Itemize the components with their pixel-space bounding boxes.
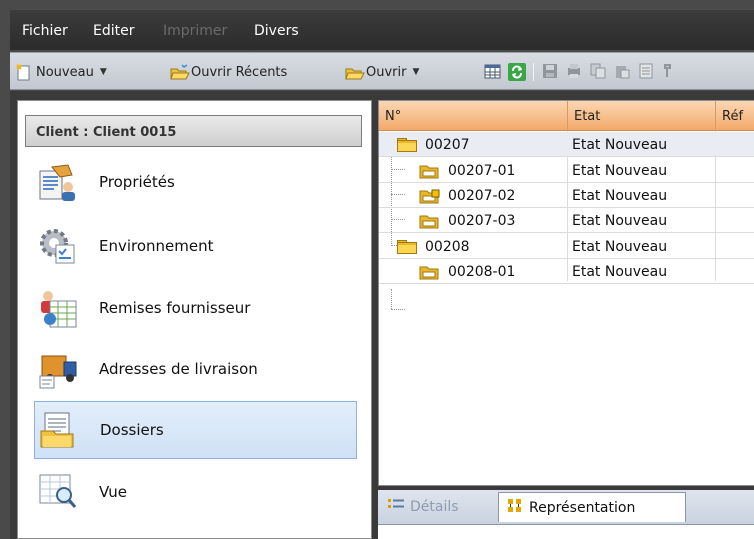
open-button-label: Ouvrir bbox=[366, 64, 407, 80]
column-header-no[interactable]: N° bbox=[379, 101, 568, 131]
tab-content-area bbox=[378, 524, 754, 539]
menu-imprimer: Imprimer bbox=[163, 23, 228, 39]
subfolder-icon bbox=[419, 213, 441, 229]
nav-item-vue[interactable]: Vue bbox=[34, 464, 357, 522]
nav-item-adresses-livraison[interactable]: Adresses de livraison bbox=[34, 341, 357, 399]
menu-fichier[interactable]: Fichier bbox=[22, 23, 68, 39]
subfolder-icon bbox=[419, 163, 441, 179]
table-row[interactable]: 00207-03 Etat Nouveau bbox=[379, 208, 754, 233]
open-recent-button-label: Ouvrir Récents bbox=[191, 64, 288, 80]
nav-label: Vue bbox=[99, 483, 127, 501]
print-icon bbox=[566, 63, 582, 79]
row-number-cell: 00207-01 bbox=[419, 158, 515, 183]
tree-line bbox=[391, 309, 405, 310]
row-etat: Etat Nouveau bbox=[572, 238, 668, 255]
nav-label: Propriétés bbox=[99, 173, 175, 191]
nav-item-dossiers[interactable]: Dossiers bbox=[34, 401, 357, 459]
paste-icon bbox=[614, 63, 630, 79]
refresh-icon[interactable] bbox=[508, 63, 526, 81]
new-button[interactable]: Nouveau ▼ bbox=[15, 62, 107, 82]
new-button-label: Nouveau bbox=[36, 64, 94, 80]
nav-label: Remises fournisseur bbox=[99, 299, 251, 317]
properties-icon bbox=[38, 163, 80, 203]
tree-line bbox=[391, 289, 392, 309]
grid-header: N° Etat Réf bbox=[379, 101, 754, 131]
row-number-cell: 00207-02 bbox=[419, 183, 515, 208]
subfolder-locked-icon bbox=[419, 188, 441, 204]
representation-icon bbox=[507, 498, 523, 518]
row-etat: Etat Nouveau bbox=[572, 212, 668, 229]
toolbar-separator bbox=[533, 63, 534, 81]
table-icon[interactable] bbox=[484, 63, 501, 79]
open-recent-folder-icon bbox=[170, 63, 190, 81]
list-icon bbox=[638, 63, 654, 79]
row-etat: Etat Nouveau bbox=[572, 263, 668, 280]
new-document-icon bbox=[15, 63, 32, 81]
menu-bar: Fichier Editer Imprimer Divers bbox=[10, 10, 754, 50]
client-header: Client : Client 0015 bbox=[25, 115, 362, 147]
open-button[interactable]: Ouvrir ▼ bbox=[345, 62, 419, 82]
table-row[interactable]: 00207 Etat Nouveau bbox=[379, 132, 754, 157]
row-number: 00207-03 bbox=[448, 212, 516, 229]
menu-editer[interactable]: Editer bbox=[93, 23, 134, 39]
bottom-tab-strip: Détails Représentation bbox=[378, 490, 754, 524]
tab-label: Détails bbox=[410, 499, 459, 515]
tools-icon bbox=[662, 63, 678, 79]
view-magnifier-icon bbox=[38, 473, 80, 513]
table-row[interactable]: 00207-02 Etat Nouveau bbox=[379, 183, 754, 208]
environment-gear-icon bbox=[38, 227, 80, 267]
row-number: 00207-02 bbox=[448, 187, 516, 204]
row-number-cell: 00208-01 bbox=[419, 259, 515, 284]
nav-label: Adresses de livraison bbox=[99, 360, 258, 378]
nav-item-environnement[interactable]: Environnement bbox=[34, 218, 357, 276]
delivery-truck-icon bbox=[38, 350, 80, 390]
row-number: 00207 bbox=[425, 136, 470, 153]
folders-icon bbox=[39, 411, 81, 451]
column-header-etat[interactable]: Etat bbox=[568, 101, 716, 131]
nav-item-proprietes[interactable]: Propriétés bbox=[34, 154, 357, 212]
client-navigation-panel: Client : Client 0015 Propriétés Environn… bbox=[17, 100, 372, 539]
nav-label: Environnement bbox=[99, 237, 214, 255]
tab-representation[interactable]: Représentation bbox=[498, 492, 686, 522]
tab-details[interactable]: Détails bbox=[380, 492, 498, 522]
table-row[interactable]: 00207-01 Etat Nouveau bbox=[379, 158, 754, 183]
toolbar: Nouveau ▼ Ouvrir Récents Ouvrir ▼ bbox=[10, 52, 754, 90]
row-number-cell: 00207-03 bbox=[419, 208, 515, 233]
details-icon bbox=[388, 498, 404, 516]
chevron-down-icon[interactable]: ▼ bbox=[412, 67, 419, 77]
folder-icon bbox=[397, 239, 417, 254]
dossiers-grid: N° Etat Réf 00207 Etat Nouveau 00207-01 … bbox=[378, 100, 754, 486]
nav-label: Dossiers bbox=[100, 421, 164, 439]
row-etat: Etat Nouveau bbox=[572, 136, 668, 153]
row-number-cell: 00208 bbox=[397, 234, 470, 259]
chevron-down-icon[interactable]: ▼ bbox=[100, 67, 107, 77]
table-row[interactable]: 00208-01 Etat Nouveau bbox=[379, 259, 754, 284]
folder-icon bbox=[397, 137, 417, 152]
open-folder-icon bbox=[345, 64, 365, 81]
row-etat: Etat Nouveau bbox=[572, 162, 668, 179]
copy-icon bbox=[590, 63, 606, 79]
column-header-ref[interactable]: Réf bbox=[716, 101, 754, 131]
subfolder-icon bbox=[419, 264, 441, 280]
application-window: Fichier Editer Imprimer Divers Nouveau ▼… bbox=[0, 0, 754, 539]
row-number: 00208 bbox=[425, 238, 470, 255]
nav-item-remises-fournisseur[interactable]: Remises fournisseur bbox=[34, 280, 357, 338]
save-icon bbox=[542, 63, 558, 79]
row-number: 00208-01 bbox=[448, 263, 516, 280]
row-number-cell: 00207 bbox=[397, 132, 470, 157]
tab-label: Représentation bbox=[529, 499, 636, 516]
table-row[interactable]: 00208 Etat Nouveau bbox=[379, 234, 754, 259]
row-etat: Etat Nouveau bbox=[572, 187, 668, 204]
supplier-discount-icon bbox=[38, 289, 80, 329]
menu-divers[interactable]: Divers bbox=[254, 23, 299, 39]
open-recent-button[interactable]: Ouvrir Récents bbox=[170, 62, 287, 82]
row-number: 00207-01 bbox=[448, 162, 516, 179]
